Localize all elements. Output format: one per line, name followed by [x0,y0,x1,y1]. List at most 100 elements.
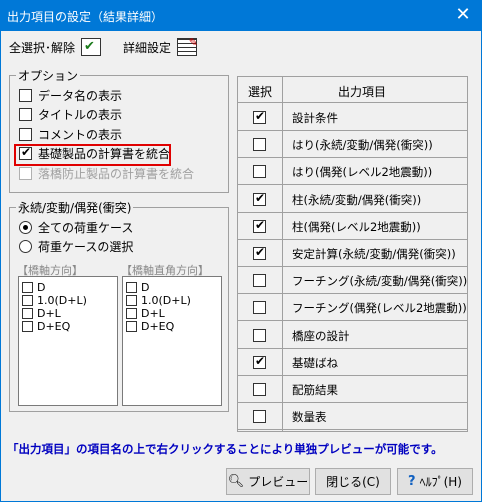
question-icon: ? [408,474,416,489]
option-label: データ名の表示 [38,88,123,103]
load-case-item[interactable]: D+EQ [22,320,70,333]
table-row[interactable]: フーチング(偶発(レベル2地震動)) [238,294,467,322]
load-case-item[interactable]: D+EQ [126,320,174,333]
load-case-label: D+L [37,307,61,320]
row-checkbox[interactable] [253,274,266,288]
row-checkbox[interactable] [253,301,266,315]
option-checkbox[interactable] [19,108,32,121]
row-checkbox[interactable] [253,218,266,233]
option-checkbox[interactable] [19,127,32,141]
preview-button[interactable]: 🔍︎ プレビュー [226,468,310,495]
table-row[interactable]: 基礎ばね [238,349,467,376]
help-button[interactable]: ? ﾍﾙﾌﾟ(H) [397,468,473,495]
column-divider [282,77,283,431]
radio-select-label: 荷重ケースの選択 [38,239,134,254]
row-label: はり(偶発(レベル2地震動)) [292,165,433,180]
row-label: 柱(永続/変動/偶発(衝突)) [292,192,422,207]
output-items-table: 選択 出力項目 設計条件はり(永続/変動/偶発(衝突)) はり(偶発(レベル2地震… [237,76,468,432]
table-row[interactable]: 柱(永続/変動/偶発(衝突)) [238,186,467,213]
row-label: フーチング(永続/変動/偶発(衝突)) [292,274,468,289]
table-header: 選択 出力項目 [238,77,467,103]
table-row[interactable]: 橋座の設計 [238,322,467,349]
row-checkbox[interactable] [253,109,266,124]
row-checkbox[interactable] [253,410,266,424]
table-row[interactable]: はり(永続/変動/偶発(衝突)) [238,131,467,159]
table-row[interactable]: フーチング(永続/変動/偶発(衝突)) [238,267,468,295]
dialog-window: 出力項目の設定（結果詳細） ✕ 全選択･解除 ✔ 詳細設定 ✎ オプション デー… [0,0,482,502]
option-item[interactable]: データ名の表示 [19,86,122,104]
table-row[interactable]: はり(偶発(レベル2地震動)) [238,158,467,186]
option-item[interactable]: コメントの表示 [19,125,122,143]
radio-select-load-cases[interactable]: 荷重ケースの選択 [19,237,133,255]
row-label: 配筋結果 [292,383,338,397]
row-label: はり(永続/変動/偶発(衝突)) [292,138,433,153]
table-row[interactable]: 柱(偶発(レベル2地震動)) [238,213,467,240]
load-case-label: D [141,281,150,294]
load-case-checkbox[interactable] [22,295,33,306]
option-item: 落橋防止製品の計算書を統合 [19,164,194,182]
load-case-label: 1.0(D+L) [37,294,87,307]
load-case-label: 1.0(D+L) [141,294,191,307]
load-case-item[interactable]: D+L [126,307,165,320]
options-legend: オプション [18,69,79,83]
edit-grid-icon: ✎ [177,36,198,56]
select-all-label: 全選択･解除 [9,40,76,55]
option-item[interactable]: タイトルの表示 [19,106,122,124]
checklist-icon: ✔ [81,38,102,56]
load-case-item[interactable]: 1.0(D+L) [126,294,191,307]
close-button[interactable]: 閉じる(C) [315,468,391,495]
option-label: タイトルの表示 [38,108,123,122]
row-checkbox[interactable] [253,245,266,260]
row-checkbox[interactable] [253,328,266,342]
info-text: 「出力項目」の項目名の上で右クリックすることにより単独プレビューが可能です。 [7,442,443,456]
preview-label: プレビュー [248,475,309,489]
table-row[interactable]: 安定計算(永続/変動/偶発(衝突)) [238,240,467,267]
radio-all-load-cases[interactable]: 全ての荷重ケース [19,218,133,236]
select-all-button[interactable]: 全選択･解除 ✔ [9,35,102,59]
option-checkbox [19,166,32,180]
bridge-perp-list[interactable]: D 1.0(D+L) D+L D+EQ [122,276,222,406]
radio-all-label: 全ての荷重ケース [38,220,134,235]
table-row[interactable]: 数量表 [238,403,467,431]
load-case-checkbox[interactable] [126,282,137,293]
load-case-label: D [37,281,46,294]
column-select-header: 選択 [248,85,273,99]
option-checkbox[interactable] [19,88,32,102]
load-case-checkbox[interactable] [126,321,137,332]
load-case-item[interactable]: D+L [22,307,61,320]
option-label: 落橋防止製品の計算書を統合 [38,166,195,181]
magnifier-icon: 🔍︎ [227,474,245,489]
load-case-label: D+L [141,307,165,320]
load-case-checkbox[interactable] [126,295,137,306]
radio-button-all[interactable] [19,220,32,234]
row-label: フーチング(偶発(レベル2地震動)) [292,301,467,316]
detail-settings-label: 詳細設定 [123,40,172,55]
detail-settings-button[interactable]: 詳細設定 ✎ [123,35,198,59]
row-checkbox[interactable] [253,354,266,369]
row-label: 数量表 [292,410,327,425]
option-label: コメントの表示 [38,127,123,142]
load-case-checkbox[interactable] [126,308,137,319]
row-label: 柱(偶発(レベル2地震動)) [292,219,421,234]
row-label: 安定計算(永続/変動/偶発(衝突)) [292,247,456,261]
row-checkbox[interactable] [253,165,266,179]
load-case-checkbox[interactable] [22,308,33,319]
load-case-item[interactable]: D [22,281,45,294]
load-case-checkbox[interactable] [22,321,33,332]
highlight-box [14,144,171,166]
column-item-header: 出力項目 [338,85,387,99]
row-checkbox[interactable] [253,191,266,206]
close-label: 閉じる(C) [326,475,380,489]
load-case-item[interactable]: D [126,281,149,294]
load-case-item[interactable]: 1.0(D+L) [22,294,87,307]
table-row[interactable]: 設計条件 [238,104,467,131]
close-icon[interactable]: ✕ [453,5,473,25]
row-checkbox[interactable] [253,138,266,152]
load-case-label: D+EQ [141,320,175,333]
row-label: 設計条件 [292,111,338,125]
load-case-checkbox[interactable] [22,282,33,293]
bridge-axis-list[interactable]: D 1.0(D+L) D+L D+EQ [18,276,118,406]
row-checkbox[interactable] [253,383,266,396]
radio-button-select[interactable] [19,239,32,253]
table-row[interactable]: 配筋結果 [238,376,467,403]
